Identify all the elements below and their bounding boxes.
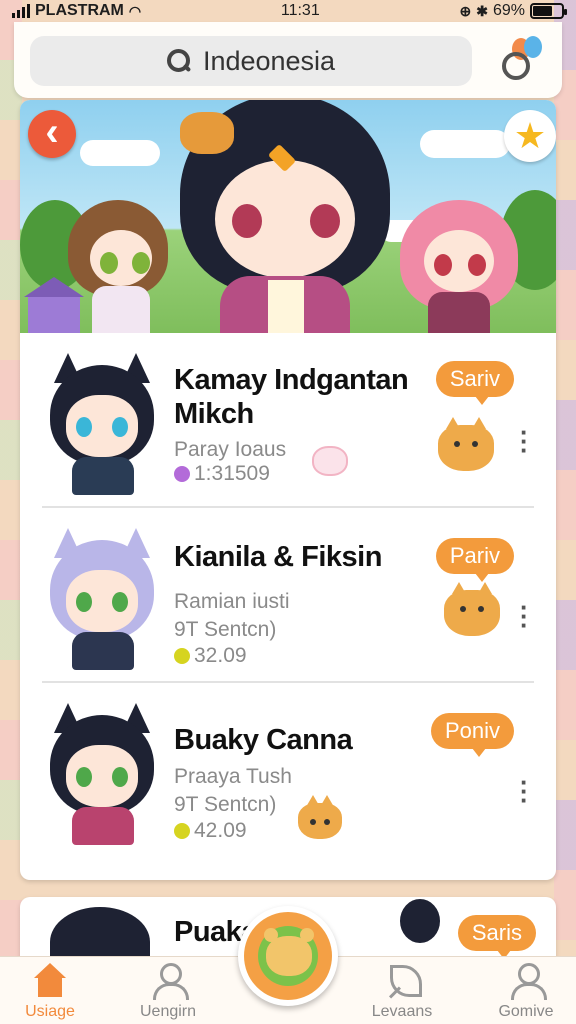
nav-label: Gomive (498, 1003, 554, 1020)
cat-mascot-icon (400, 899, 440, 943)
item-name: Buaky Canna (174, 724, 353, 756)
item-name: Kamay Indgantan Mikch (174, 364, 409, 430)
pet-cat-icon (298, 795, 342, 839)
back-button[interactable]: ‹ (28, 110, 76, 158)
nav-label: Levaans (371, 1003, 433, 1020)
status-bar: PLASTRAM ◠ 11:31 ⊕ ✱ 69% (0, 0, 576, 22)
signal-icon (12, 4, 30, 18)
background-decoration-left (0, 0, 22, 1024)
wifi-icon: ◠ (128, 2, 142, 19)
hero-banner: ‹ ★ (20, 100, 556, 333)
clock: 11:31 (280, 2, 320, 19)
status-dot (174, 823, 190, 839)
bluetooth-icon: ✱ (476, 2, 488, 19)
star-icon: ★ (513, 115, 547, 156)
avatar (42, 345, 162, 495)
more-options-icon[interactable]: · · · (520, 769, 529, 813)
list-item[interactable]: Kianila & Fiksin Ramian iusti 9T Sentcn)… (42, 508, 534, 683)
battery-percent: 69% (492, 2, 525, 19)
search-bar[interactable]: Indeonesia (30, 36, 472, 86)
avatar (42, 520, 162, 670)
item-badge[interactable]: Pariv (435, 538, 514, 582)
item-subtitle: Ramian iusti (174, 590, 290, 613)
item-value: 1:31509 (194, 462, 270, 485)
background-decoration-right (554, 0, 576, 1024)
list-item[interactable]: Buaky Canna Praaya Tush 9T Sentcn) 42.09… (42, 683, 534, 858)
pet-face-icon (312, 446, 348, 476)
balloon-search-icon[interactable] (502, 36, 546, 84)
status-dot (174, 466, 190, 482)
house-illustration (24, 277, 84, 333)
lock-rotation-icon: ⊕ (459, 2, 472, 19)
more-options-icon[interactable]: · · · (520, 419, 529, 463)
nav-item-home[interactable]: Usiage (0, 963, 100, 1021)
profile-icon (508, 963, 547, 1000)
avatar (42, 695, 162, 845)
pet-center-icon (264, 928, 314, 976)
nav-label: Uengirn (139, 1003, 197, 1020)
home-icon (32, 963, 68, 997)
item-value: 42.09 (194, 819, 247, 842)
user-icon (150, 963, 189, 1000)
item-detail: 9T Sentcn) (174, 793, 277, 816)
item-subtitle: Praaya Tush (174, 765, 292, 788)
nav-item-profile[interactable]: Gomive (476, 963, 576, 1021)
status-dot (174, 648, 190, 664)
item-badge[interactable]: Poniv (430, 713, 514, 757)
item-name: Kianila & Fiksin (174, 541, 382, 573)
nav-label: Usiage (25, 1003, 75, 1020)
character-list-card: ‹ ★ Kamay Indgantan Mikch Paray Ioaus 1:… (20, 100, 556, 880)
item-value: 32.09 (194, 644, 247, 667)
search-input[interactable]: Indeonesia (203, 46, 335, 77)
carrier-label: PLASTRAM (35, 2, 124, 19)
item-badge[interactable]: Sariv (435, 361, 514, 405)
list-item[interactable]: Kamay Indgantan Mikch Paray Ioaus 1:3150… (42, 333, 534, 508)
nav-item-leaf[interactable]: Levaans (352, 963, 452, 1021)
nav-item-user[interactable]: Uengirn (118, 963, 218, 1021)
battery-icon (530, 3, 567, 19)
pet-center-button[interactable] (238, 906, 338, 1006)
top-header: Indeonesia (14, 22, 562, 98)
item-subtitle: Paray Ioaus (174, 438, 287, 461)
leaf-icon (384, 963, 422, 997)
pet-bear-icon (438, 417, 494, 471)
item-badge[interactable]: Saris (457, 915, 536, 959)
favorite-button[interactable]: ★ (504, 110, 556, 162)
search-icon (166, 49, 191, 73)
back-arrow-icon: ‹ (45, 110, 59, 154)
item-detail: 9T Sentcn) (174, 618, 277, 641)
pet-bear-icon (444, 582, 500, 636)
more-options-icon[interactable]: · · · (520, 594, 529, 638)
